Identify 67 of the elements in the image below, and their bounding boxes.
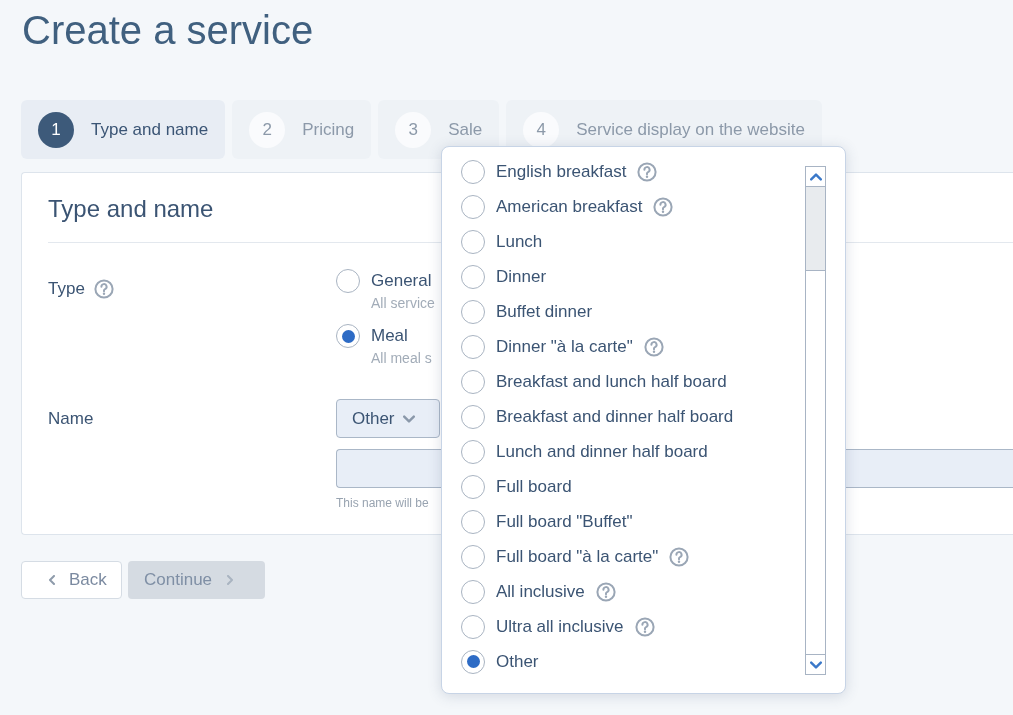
radio-button[interactable] (461, 614, 485, 639)
menu-option[interactable]: Full board (496, 473, 572, 500)
help-icon[interactable] (669, 546, 690, 567)
radio-button[interactable] (461, 649, 485, 674)
scrollbar-thumb[interactable] (806, 270, 825, 654)
scroll-up-button[interactable] (806, 167, 825, 187)
menu-option[interactable]: American breakfast (496, 193, 643, 220)
menu-option[interactable]: Lunch and dinner half board (496, 438, 708, 465)
scroll-down-button[interactable] (806, 654, 825, 674)
menu-option[interactable]: Ultra all inclusive (496, 613, 624, 640)
menu-option[interactable]: Dinner (496, 263, 547, 290)
page-title: Create a service (22, 7, 314, 54)
chevron-left-icon (47, 575, 57, 585)
radio-button[interactable] (461, 439, 485, 464)
radio-button[interactable] (461, 579, 485, 604)
helper-text: This name will be (336, 495, 429, 511)
step-number: 4 (523, 111, 560, 148)
menu-option[interactable]: Other (496, 648, 539, 675)
radio-button[interactable] (336, 324, 360, 348)
menu-option[interactable]: Full board "à la carte" (496, 543, 659, 570)
radio-button[interactable] (461, 509, 485, 534)
step-label: Sale (448, 118, 483, 141)
menu-option[interactable]: Breakfast and dinner half board (496, 403, 734, 430)
menu-option[interactable]: Buffet dinner (496, 298, 593, 325)
menu-option[interactable]: Lunch (496, 228, 543, 255)
radio-button[interactable] (461, 334, 485, 359)
help-icon[interactable] (653, 196, 674, 217)
menu-option[interactable]: Full board "Buffet" (496, 508, 633, 535)
chevron-right-icon (225, 575, 236, 585)
option-label[interactable]: General (371, 269, 435, 293)
section-heading: Type and name (48, 194, 214, 224)
option-description: All service (371, 294, 435, 313)
help-icon[interactable] (643, 336, 664, 357)
menu-option[interactable]: Dinner "à la carte" (496, 333, 633, 360)
menu-option[interactable]: All inclusive (496, 578, 585, 605)
radio-button[interactable] (461, 299, 485, 324)
radio-button[interactable] (461, 404, 485, 429)
back-button[interactable]: Back (21, 561, 122, 599)
field-label: Name (48, 407, 94, 430)
radio-button[interactable] (336, 269, 360, 293)
step-number: 2 (249, 111, 286, 148)
step-label: Pricing (302, 118, 355, 141)
scrollbar[interactable] (805, 166, 826, 675)
menu-option[interactable]: English breakfast (496, 158, 627, 185)
step-label: Type and name (91, 118, 209, 141)
help-icon[interactable] (637, 161, 658, 182)
field-label: Type (48, 277, 85, 300)
select-dropdown[interactable]: Other (336, 399, 440, 438)
radio-button[interactable] (461, 159, 485, 184)
radio-button[interactable] (461, 369, 485, 394)
radio-button[interactable] (461, 264, 485, 289)
step-number: 1 (38, 111, 74, 148)
help-icon[interactable] (93, 278, 114, 299)
radio-button[interactable] (461, 194, 485, 219)
radio-button[interactable] (461, 544, 485, 569)
option-label[interactable]: Meal (371, 324, 432, 348)
help-icon[interactable] (595, 581, 616, 602)
radio-button[interactable] (461, 474, 485, 499)
radio-button[interactable] (461, 229, 485, 254)
step-label: Service display on the website (576, 118, 805, 141)
option-description: All meal s (371, 349, 432, 368)
chevron-down-icon (402, 412, 415, 425)
chevron-down-icon (809, 658, 822, 671)
help-icon[interactable] (634, 616, 655, 637)
step-number: 3 (395, 111, 432, 148)
chevron-up-icon (809, 170, 822, 183)
menu-option[interactable]: Breakfast and lunch half board (496, 368, 727, 395)
